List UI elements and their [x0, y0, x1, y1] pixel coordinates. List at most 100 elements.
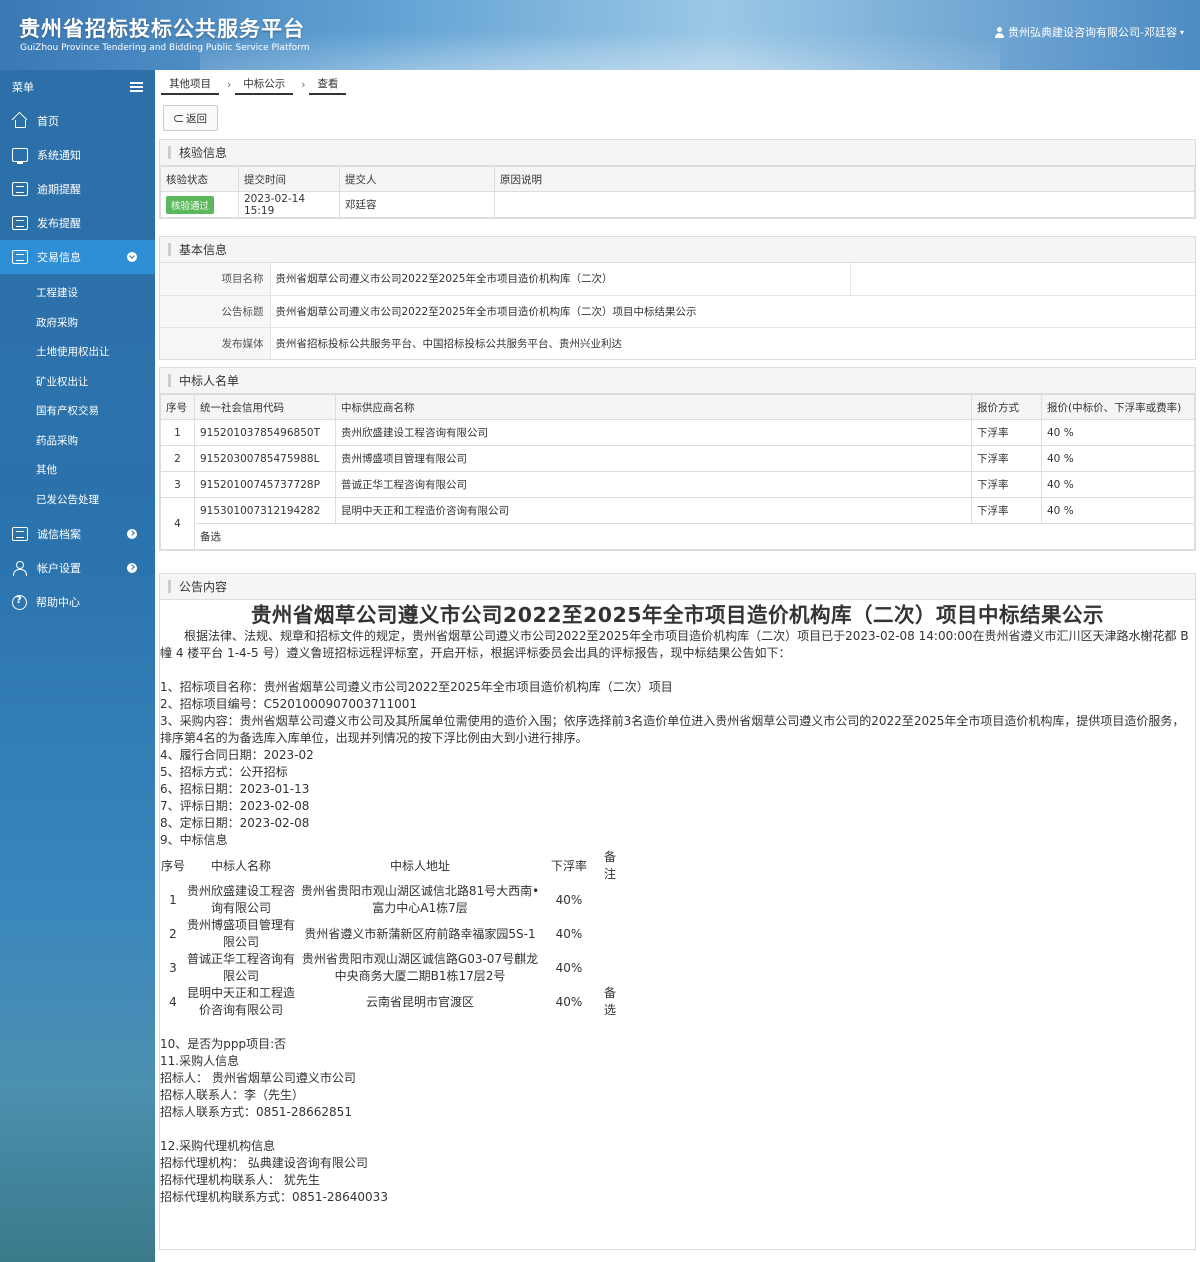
sidebar-subitem[interactable]: 矿业权出让	[0, 367, 155, 397]
verify-panel: 核验信息 核验状态 提交时间 提交人 原因说明 核验通过 2023-02-14 …	[159, 139, 1196, 219]
sidebar-item-notices[interactable]: 系统通知	[0, 138, 155, 172]
sidebar-item-publish[interactable]: 发布提醒	[0, 206, 155, 240]
help-icon	[12, 594, 27, 610]
table-cell: 40%	[555, 994, 583, 1009]
sidebar-subitem[interactable]: 政府采购	[0, 308, 155, 338]
sidebar-item-credit[interactable]: 诚信档案	[0, 517, 155, 551]
breadcrumb-item[interactable]: 其他项目	[161, 76, 219, 95]
column-header: 中标人名称	[210, 858, 271, 873]
sidebar-item-trade-info[interactable]: 交易信息	[0, 240, 155, 274]
table-cell: 91520300785475988L	[194, 445, 336, 472]
table-cell: 昆明中天正和工程造价咨询有限公司	[186, 986, 295, 1017]
column-header: 核验状态	[160, 166, 239, 192]
user-menu[interactable]: 贵州弘典建设咨询有限公司-邓廷容 ▾	[994, 24, 1184, 40]
sidebar-subitem[interactable]: 已发公告处理	[0, 485, 155, 515]
list-icon	[12, 182, 28, 196]
table-cell: 3	[169, 960, 177, 975]
sidebar-item-label: 系统通知	[37, 149, 81, 162]
hamburger-icon[interactable]	[130, 82, 143, 92]
caret-down-icon: ▾	[1179, 27, 1184, 37]
sidebar-subitem[interactable]: 土地使用权出让	[0, 337, 155, 367]
breadcrumb-item[interactable]: 中标公示	[235, 76, 294, 95]
list-icon	[12, 250, 28, 264]
chevron-right-icon: ›	[227, 79, 232, 91]
column-header: 原因说明	[494, 166, 1195, 192]
user-icon	[12, 561, 28, 576]
column-header: 备注	[603, 850, 616, 881]
back-button[interactable]: 返回	[163, 105, 218, 131]
home-icon	[12, 114, 28, 128]
table-cell: 邓廷容	[339, 191, 495, 218]
table-cell: 40 %	[1041, 419, 1195, 446]
table-cell: 贵州博盛项目管理有限公司	[186, 918, 295, 949]
table-cell: 贵州博盛项目管理有限公司	[335, 445, 972, 472]
sidebar-item-label: 发布提醒	[37, 217, 81, 230]
column-header: 提交时间	[238, 166, 340, 192]
sidebar-subitem[interactable]: 工程建设	[0, 278, 155, 308]
panel-title: 中标人名单	[160, 368, 1195, 394]
table-cell: 普诚正华工程咨询有限公司	[335, 471, 972, 498]
table-cell: 备选	[603, 986, 616, 1017]
winners-table: 序号 统一社会信用代码 中标供应商名称 报价方式 报价(中标价、下浮率或费率) …	[160, 394, 1195, 550]
table-cell: 3	[160, 471, 195, 498]
announcement-item: 1、招标项目名称：贵州省烟草公司遵义市公司2022至2025年全市项目造价机构库…	[160, 680, 673, 694]
table-cell: 1	[169, 892, 177, 907]
table-cell: 91520100745737728P	[194, 471, 336, 498]
table-row: 2 贵州博盛项目管理有限公司 贵州省遵义市新蒲新区府前路幸福家园5S-1 40%	[160, 917, 626, 951]
table-cell: 贵州省贵阳市观山湖区诚信路G03-07号麒龙中央商务大厦二期B1栋17层2号	[301, 952, 539, 983]
list-icon	[12, 527, 28, 541]
table-cell: 下浮率	[971, 419, 1042, 446]
back-icon	[174, 114, 183, 122]
sidebar-item-help[interactable]: 帮助中心	[0, 585, 155, 619]
table-cell: 下浮率	[971, 497, 1042, 524]
announcement-item: 7、评标日期：2023-02-08	[160, 799, 310, 813]
announcement-body: 贵州省烟草公司遵义市公司2022至2025年全市项目造价机构库（二次）项目中标结…	[160, 603, 1195, 1206]
announcement-item: 招标代理机构联系方式：0851-28640033	[160, 1190, 388, 1204]
table-cell: 4	[160, 497, 195, 550]
panel-title: 公告内容	[160, 574, 1195, 600]
chevron-right-icon: ›	[301, 79, 306, 91]
table-row: 2 91520300785475988L 贵州博盛项目管理有限公司 下浮率 40…	[160, 445, 1195, 472]
menu-label: 菜单	[12, 81, 34, 94]
sidebar-item-label: 帮助中心	[36, 596, 80, 609]
sidebar-subitem[interactable]: 国有产权交易	[0, 396, 155, 426]
column-header: 提交人	[339, 166, 495, 192]
table-cell: 贵州欣盛建设工程咨询有限公司	[186, 884, 295, 915]
chevron-down-icon	[127, 252, 137, 262]
sidebar-item-home[interactable]: 首页	[0, 104, 155, 138]
column-header: 序号	[160, 394, 195, 420]
site-title[interactable]: 贵州省招标投标公共服务平台	[19, 13, 305, 43]
sidebar-subitem[interactable]: 药品采购	[0, 426, 155, 456]
verify-table: 核验状态 提交时间 提交人 原因说明 核验通过 2023-02-14 15:19…	[160, 166, 1195, 218]
table-cell: 2	[169, 926, 177, 941]
basic-info-table: 项目名称 贵州省烟草公司遵义市公司2022至2025年全市项目造价机构库（二次）…	[160, 263, 1195, 359]
field-value: 贵州省烟草公司遵义市公司2022至2025年全市项目造价机构库（二次）	[270, 263, 851, 296]
announcement-item: 5、招标方式：公开招标	[160, 765, 288, 779]
user-name[interactable]: 贵州弘典建设咨询有限公司-邓廷容	[1008, 24, 1177, 40]
announcement-item: 9、中标信息	[160, 833, 228, 847]
table-cell	[850, 263, 1195, 296]
sidebar-subitem[interactable]: 其他	[0, 455, 155, 485]
announcement-item: 3、采购内容：贵州省烟草公司遵义市公司及其所属单位需使用的造价入围；依序选择前3…	[160, 714, 1185, 745]
sidebar-item-label: 首页	[37, 115, 59, 128]
announcement-item: 6、招标日期：2023-01-13	[160, 782, 310, 796]
sidebar: 菜单 首页 系统通知 逾期提醒 发布提醒 交易信息 工程建设 政府采购 土地使用…	[0, 70, 155, 1262]
table-cell: 40%	[555, 926, 583, 941]
basic-info-panel: 基本信息 项目名称 贵州省烟草公司遵义市公司2022至2025年全市项目造价机构…	[159, 236, 1196, 360]
site-subtitle: GuiZhou Province Tendering and Bidding P…	[20, 43, 310, 53]
announcement-item: 8、定标日期：2023-02-08	[160, 816, 310, 830]
column-header: 报价方式	[971, 394, 1042, 420]
chevron-right-icon	[127, 529, 137, 539]
panel-title: 核验信息	[160, 140, 1195, 166]
announcement-item: 招标人联系人：李（先生）	[160, 1088, 305, 1102]
sidebar-item-account[interactable]: 帐户设置	[0, 551, 155, 585]
sidebar-item-overdue[interactable]: 逾期提醒	[0, 172, 155, 206]
table-cell	[594, 951, 626, 985]
table-cell: 1	[160, 419, 195, 446]
sidebar-header: 菜单	[0, 70, 155, 104]
table-cell: 4	[169, 994, 177, 1009]
table-cell: 40 %	[1041, 445, 1195, 472]
announcement-item: 4、履行合同日期：2023-02	[160, 748, 314, 762]
table-cell: 昆明中天正和工程造价咨询有限公司	[335, 497, 972, 524]
